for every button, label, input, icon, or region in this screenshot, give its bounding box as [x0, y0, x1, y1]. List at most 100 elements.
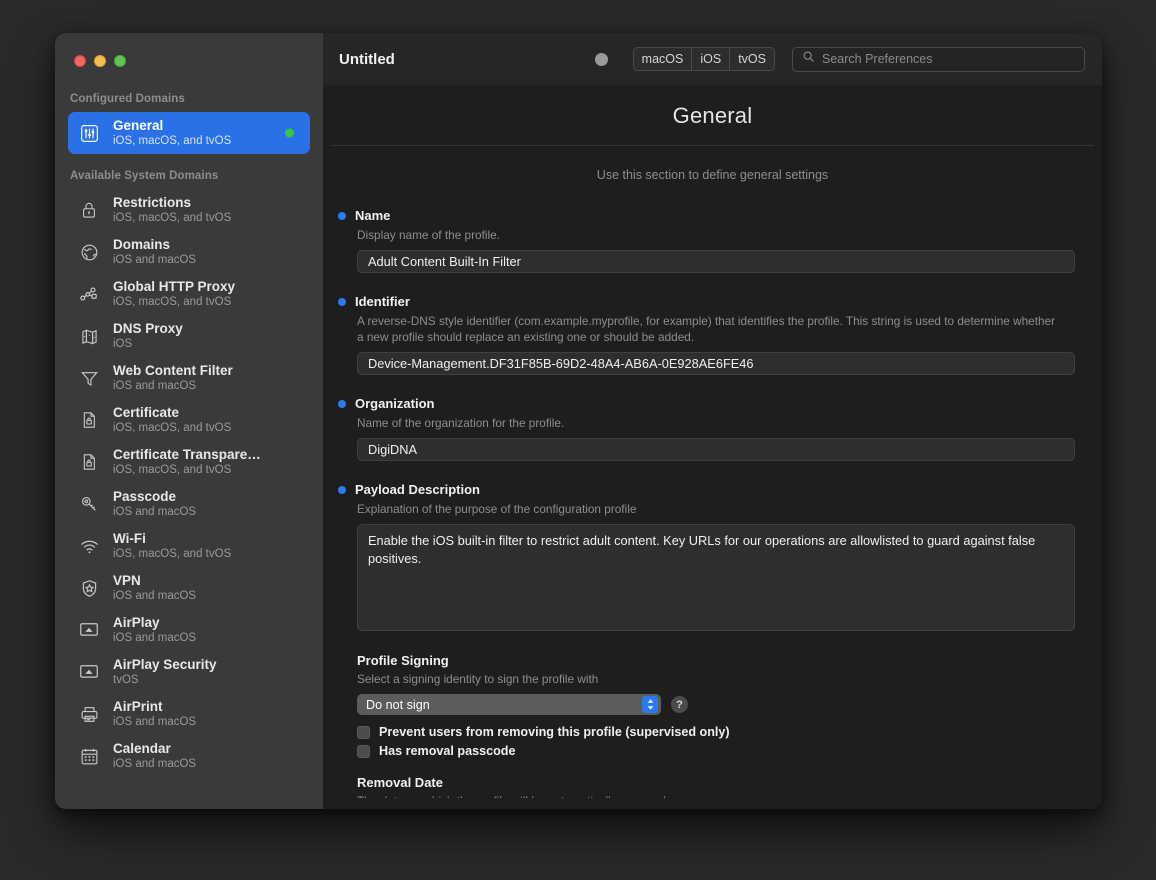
profile-editor-window: Configured Domains General iOS, — [55, 33, 1102, 809]
sidebar-item-subtitle: iOS and macOS — [113, 631, 196, 645]
sidebar-item-general[interactable]: General iOS, macOS, and tvOS — [68, 112, 310, 154]
search-placeholder: Search Preferences — [822, 52, 932, 66]
sidebar-item-title: Wi-Fi — [113, 531, 231, 546]
required-dot-icon — [338, 298, 346, 306]
sidebar-item-subtitle: iOS, macOS, and tvOS — [113, 463, 261, 477]
shield-star-icon — [76, 575, 102, 601]
removal-passcode-checkbox-row[interactable]: Has removal passcode — [357, 744, 1075, 758]
sidebar-item-text: Certificate iOS, macOS, and tvOS — [113, 405, 231, 435]
required-dot-icon — [338, 486, 346, 494]
platform-segmented-control[interactable]: macOS iOS tvOS — [633, 47, 775, 71]
prevent-removal-checkbox[interactable] — [357, 726, 370, 739]
funnel-icon — [76, 365, 102, 391]
sidebar-item-domains[interactable]: Domains iOS and macOS — [68, 231, 310, 273]
payload-description-textarea[interactable]: Enable the iOS built-in filter to restri… — [357, 524, 1075, 631]
field-profile-signing: Profile Signing Select a signing identit… — [323, 653, 1102, 758]
name-input[interactable]: Adult Content Built-In Filter — [357, 250, 1075, 273]
sidebar-scroll-area[interactable]: Configured Domains General iOS, — [55, 85, 323, 777]
sidebar-item-text: AirPlay Security tvOS — [113, 657, 217, 687]
sidebar-item-title: VPN — [113, 573, 196, 588]
maximize-window-button[interactable] — [114, 55, 126, 67]
removal-passcode-checkbox[interactable] — [357, 745, 370, 758]
field-help-text: A reverse-DNS style identifier (com.exam… — [357, 313, 1057, 345]
field-help-text: Select a signing identity to sign the pr… — [357, 671, 1057, 687]
sidebar-item-airprint[interactable]: AirPrint iOS and macOS — [68, 693, 310, 735]
sliders-icon — [76, 120, 102, 146]
sidebar-item-subtitle: iOS and macOS — [113, 589, 196, 603]
signing-identity-select[interactable]: Do not sign — [357, 694, 661, 715]
sidebar-item-airplay[interactable]: AirPlay iOS and macOS — [68, 609, 310, 651]
sidebar-item-wifi[interactable]: Wi-Fi iOS, macOS, and tvOS — [68, 525, 310, 567]
printer-icon — [76, 701, 102, 727]
prevent-removal-label: Prevent users from removing this profile… — [379, 725, 730, 739]
sidebar-item-certificate[interactable]: Certificate iOS, macOS, and tvOS — [68, 399, 310, 441]
selected-option-label: Do not sign — [366, 698, 642, 712]
sidebar-item-title: Certificate — [113, 405, 231, 420]
search-icon — [802, 50, 815, 68]
sidebar-item-text: Web Content Filter iOS and macOS — [113, 363, 233, 393]
sidebar-item-text: AirPlay iOS and macOS — [113, 615, 196, 645]
sidebar-item-airplay-security[interactable]: AirPlay Security tvOS — [68, 651, 310, 693]
field-label: Removal Date — [357, 775, 1075, 790]
profile-signing-row: Do not sign ? — [357, 694, 1075, 715]
required-dot-icon — [338, 212, 346, 220]
sidebar-item-text: Wi-Fi iOS, macOS, and tvOS — [113, 531, 231, 561]
field-label-row: Payload Description — [357, 482, 1075, 497]
field-label: Name — [355, 208, 390, 223]
sidebar-item-vpn[interactable]: VPN iOS and macOS — [68, 567, 310, 609]
sidebar-item-subtitle: iOS and macOS — [113, 379, 233, 393]
tab-ios[interactable]: iOS — [692, 48, 730, 70]
sidebar-item-subtitle: iOS and macOS — [113, 253, 196, 267]
field-removal-date: Removal Date The date on which the profi… — [323, 775, 1102, 798]
unsaved-changes-dot[interactable] — [595, 53, 608, 66]
field-label: Profile Signing — [357, 653, 1075, 668]
sidebar-item-title: AirPlay — [113, 615, 196, 630]
sidebar-item-web-content-filter[interactable]: Web Content Filter iOS and macOS — [68, 357, 310, 399]
sidebar-item-title: Passcode — [113, 489, 196, 504]
field-name: Name Display name of the profile. Adult … — [323, 208, 1102, 273]
sidebar-item-text: Passcode iOS and macOS — [113, 489, 196, 519]
domains-sidebar: Configured Domains General iOS, — [55, 33, 323, 809]
sidebar-item-calendar[interactable]: Calendar iOS and macOS — [68, 735, 310, 777]
field-label-row: Organization — [357, 396, 1075, 411]
sidebar-item-dns-proxy[interactable]: DNS Proxy iOS — [68, 315, 310, 357]
airplay-icon — [76, 617, 102, 643]
sidebar-item-subtitle: tvOS — [113, 673, 217, 687]
chevron-updown-icon — [642, 696, 658, 713]
sidebar-item-title: General — [113, 118, 231, 133]
field-identifier: Identifier A reverse-DNS style identifie… — [323, 294, 1102, 375]
document-lock-icon — [76, 407, 102, 433]
prevent-removal-checkbox-row[interactable]: Prevent users from removing this profile… — [357, 725, 1075, 739]
tab-macos[interactable]: macOS — [634, 48, 693, 70]
sidebar-item-title: Web Content Filter — [113, 363, 233, 378]
field-help-text: Name of the organization for the profile… — [357, 415, 1057, 431]
content-area: Untitled macOS iOS tvOS Search Preferenc… — [323, 33, 1102, 809]
sidebar-item-certificate-transparency[interactable]: Certificate Transpare… iOS, macOS, and t… — [68, 441, 310, 483]
sidebar-item-restrictions[interactable]: Restrictions iOS, macOS, and tvOS — [68, 189, 310, 231]
sidebar-item-global-http-proxy[interactable]: Global HTTP Proxy iOS, macOS, and tvOS — [68, 273, 310, 315]
window-toolbar: Untitled macOS iOS tvOS Search Preferenc… — [323, 33, 1102, 85]
sidebar-item-subtitle: iOS and macOS — [113, 715, 196, 729]
tab-tvos[interactable]: tvOS — [730, 48, 774, 70]
minimize-window-button[interactable] — [94, 55, 106, 67]
section-description: Use this section to define general setti… — [323, 146, 1102, 208]
sidebar-item-title: Restrictions — [113, 195, 231, 210]
sidebar-item-subtitle: iOS and macOS — [113, 505, 196, 519]
help-button[interactable]: ? — [671, 696, 688, 713]
close-window-button[interactable] — [74, 55, 86, 67]
sidebar-item-subtitle: iOS, macOS, and tvOS — [113, 134, 231, 148]
window-traffic-lights — [55, 33, 323, 85]
sidebar-item-subtitle: iOS, macOS, and tvOS — [113, 295, 235, 309]
page-title: General — [323, 85, 1102, 145]
sidebar-item-title: Certificate Transpare… — [113, 447, 261, 462]
field-help-text: Display name of the profile. — [357, 227, 1057, 243]
network-nodes-icon — [76, 281, 102, 307]
identifier-input[interactable]: Device-Management.DF31F85B-69D2-48A4-AB6… — [357, 352, 1075, 375]
field-label: Organization — [355, 396, 434, 411]
search-input[interactable]: Search Preferences — [792, 47, 1085, 72]
organization-input[interactable]: DigiDNA — [357, 438, 1075, 461]
sidebar-item-title: AirPlay Security — [113, 657, 217, 672]
settings-pane[interactable]: General Use this section to define gener… — [323, 85, 1102, 809]
sidebar-item-passcode[interactable]: Passcode iOS and macOS — [68, 483, 310, 525]
sidebar-item-text: General iOS, macOS, and tvOS — [113, 118, 231, 148]
